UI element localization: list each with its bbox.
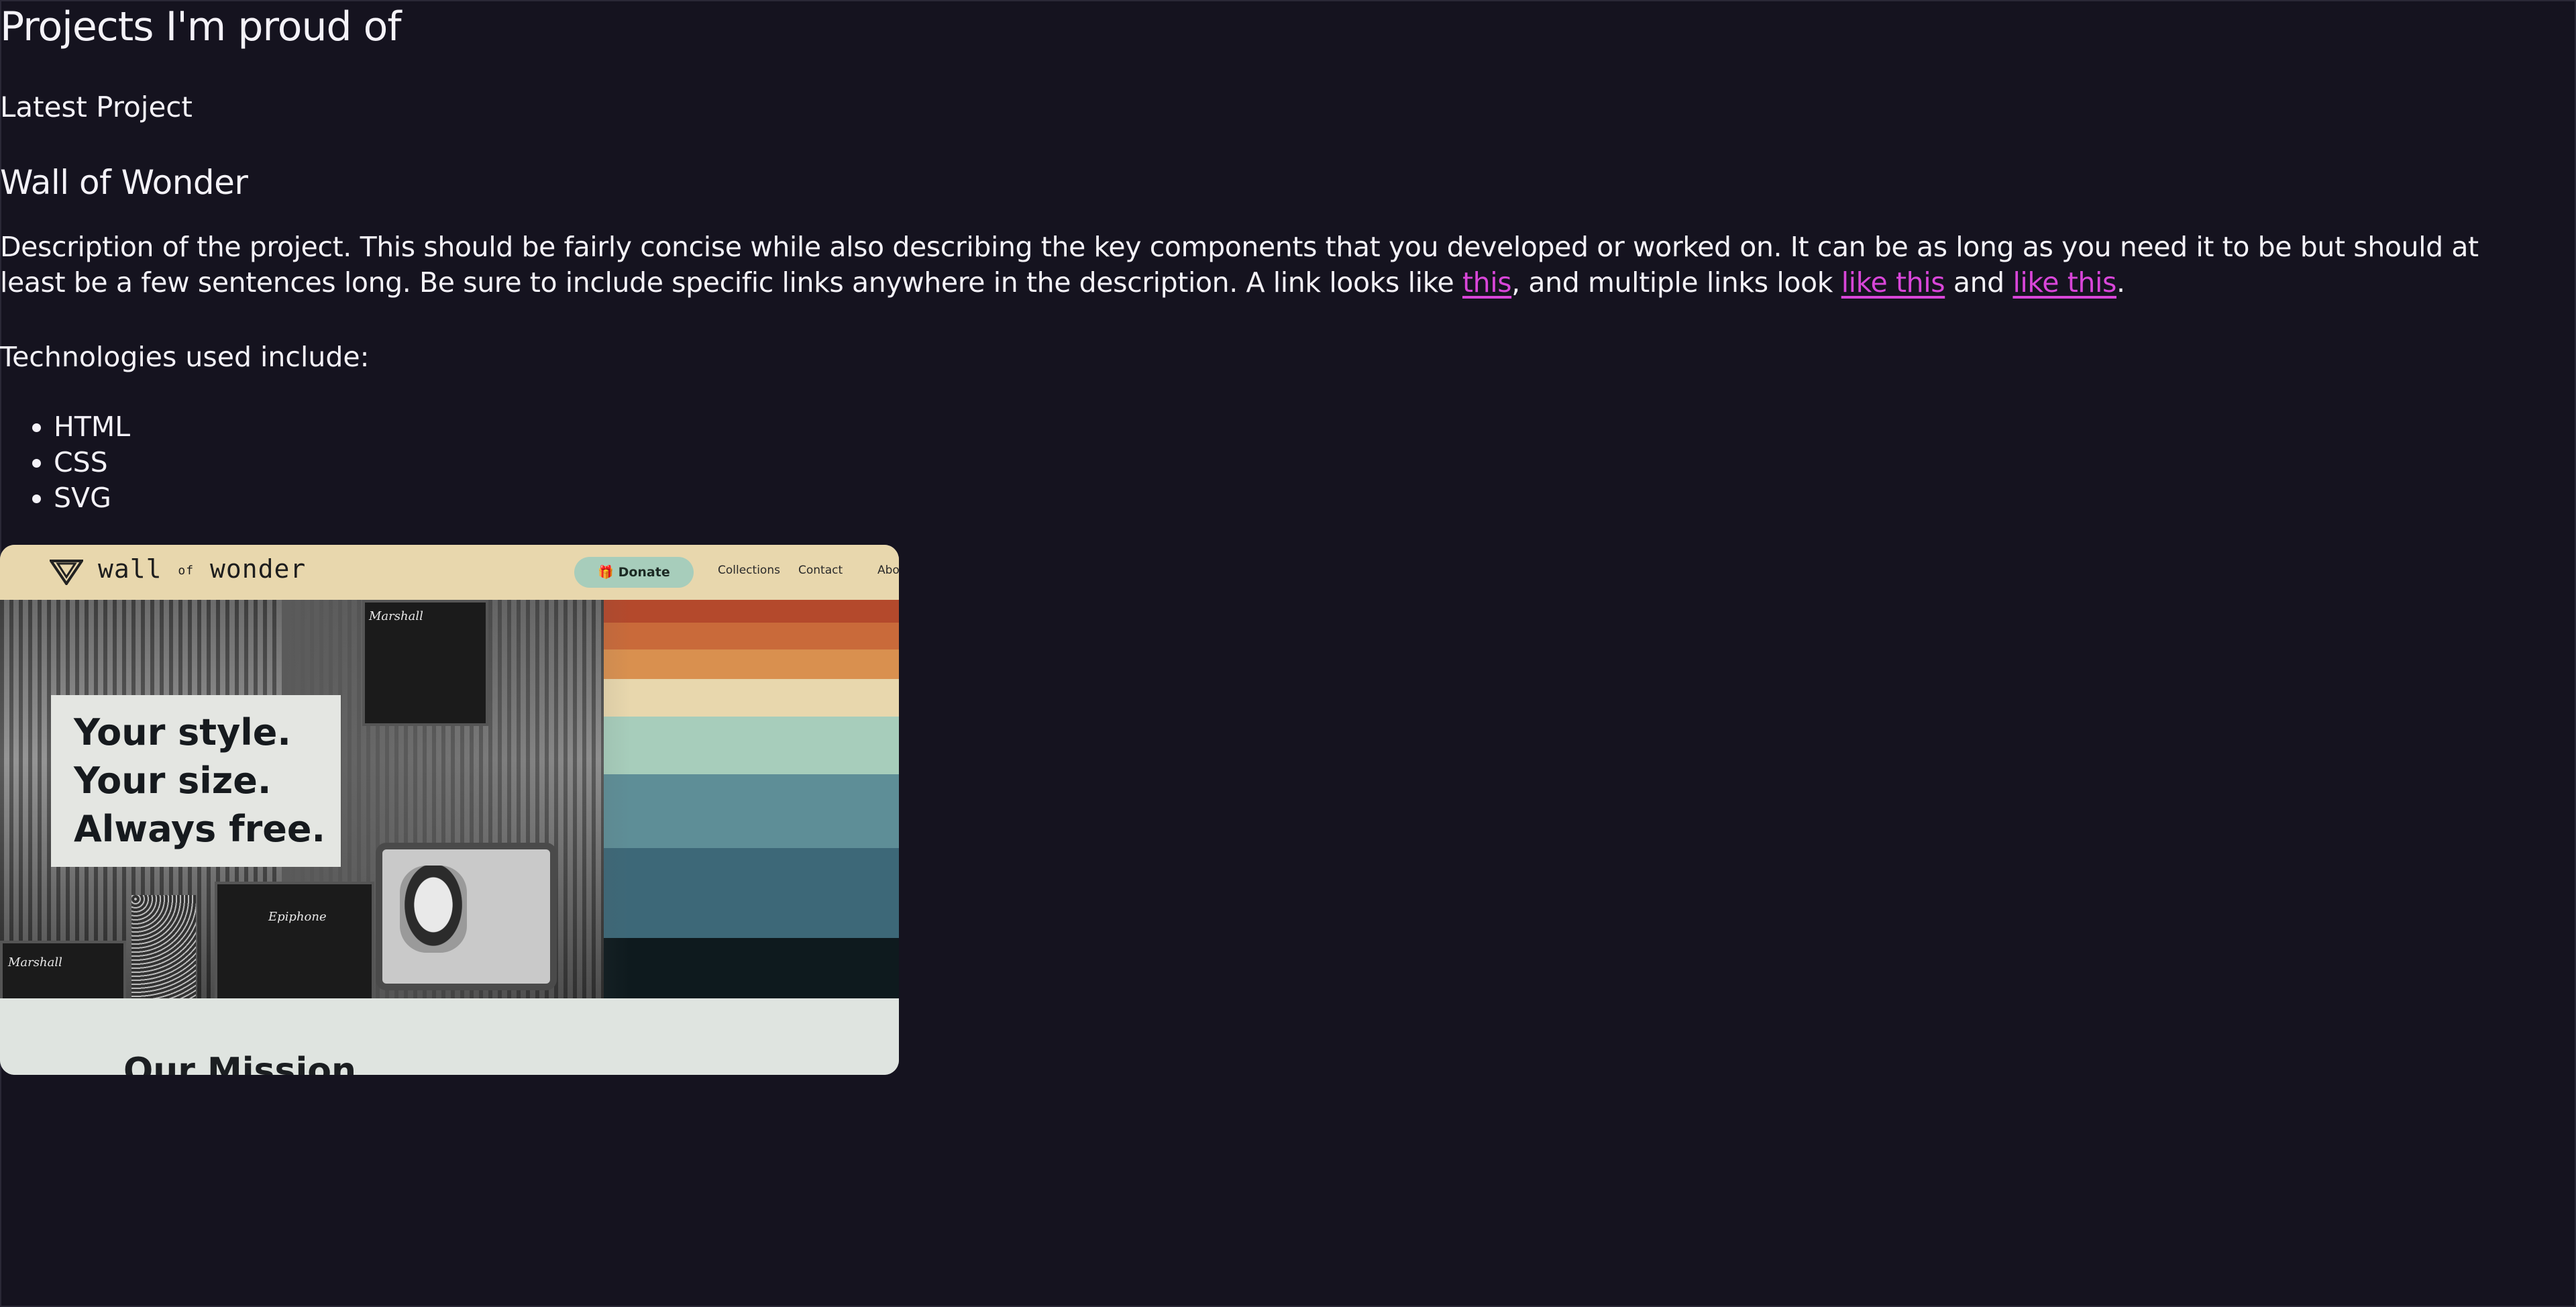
- wall-of-wonder-logo-icon: [50, 560, 83, 585]
- tagline-line: Always free.: [74, 808, 325, 850]
- donate-label: Donate: [618, 565, 670, 580]
- tagline-line: Your size.: [74, 760, 272, 802]
- section-label: Latest Project: [0, 91, 193, 123]
- speaker-grille-image: [131, 895, 196, 998]
- description-link-this[interactable]: this: [1462, 266, 1512, 299]
- description-text: .: [2116, 266, 2125, 299]
- description-link-like-this-2[interactable]: like this: [2012, 266, 2116, 299]
- technologies-list: HTML CSS SVG: [0, 409, 130, 516]
- brand-mark: Epiphone: [268, 910, 327, 924]
- technology-item: HTML: [54, 409, 130, 445]
- screenshot-nav-about: Abo: [877, 564, 899, 577]
- screenshot-nav-collections: Collections: [718, 564, 780, 577]
- screenshot-navbar: wall of wonder 🎁 Donate Collections Cont…: [0, 545, 899, 600]
- screenshot-donate-button: 🎁 Donate: [574, 557, 694, 588]
- project-title: Wall of Wonder: [0, 163, 248, 202]
- page-title: Projects I'm proud of: [0, 3, 401, 50]
- screenshot-mission-section: Our Mission: [0, 998, 899, 1075]
- tv-portrait-image: [400, 866, 467, 953]
- technology-item: SVG: [54, 480, 130, 516]
- mission-heading: Our Mission: [123, 1051, 357, 1075]
- screenshot-nav-contact: Contact: [798, 564, 843, 577]
- tagline-line: Your style.: [74, 711, 291, 753]
- hero-tagline: Your style. Your size. Always free.: [51, 695, 341, 867]
- project-description: Description of the project. This should …: [0, 229, 2509, 301]
- logo-word: of: [178, 564, 195, 578]
- technology-item: CSS: [54, 445, 130, 480]
- retro-tv-image: [376, 843, 557, 990]
- description-text: and: [1945, 266, 2013, 299]
- amplifier-image: [0, 941, 126, 998]
- brand-mark: Marshall: [369, 609, 423, 623]
- logo-word: wonder: [209, 554, 307, 584]
- description-text: , and multiple links look: [1511, 266, 1841, 299]
- description-link-like-this-1[interactable]: like this: [1841, 266, 1945, 299]
- technologies-label: Technologies used include:: [0, 341, 370, 373]
- amplifier-image: [215, 882, 374, 998]
- logo-word: wall: [98, 554, 162, 584]
- screenshot-logo-text: wall of wonder: [98, 554, 306, 584]
- screenshot-hero: Marshall Marshall Epiphone Your style. Y…: [0, 600, 899, 998]
- gift-icon: 🎁: [598, 565, 614, 580]
- brand-mark: Marshall: [8, 955, 62, 970]
- project-screenshot: wall of wonder 🎁 Donate Collections Cont…: [0, 545, 899, 1075]
